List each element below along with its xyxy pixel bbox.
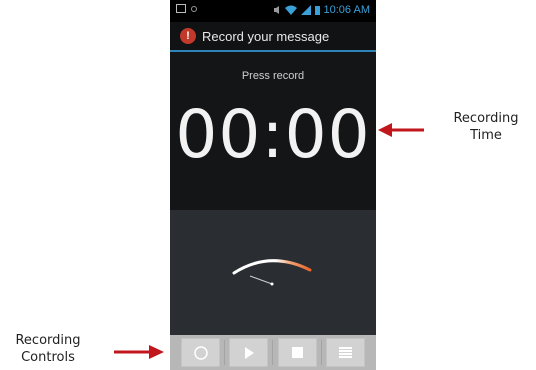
recording-time: 00:00 bbox=[175, 96, 371, 173]
annotation-recording-controls: Recording Controls bbox=[15, 333, 81, 365]
stop-icon bbox=[291, 347, 303, 358]
record-icon bbox=[193, 345, 208, 360]
vu-meter bbox=[232, 259, 312, 286]
image-notification-icon bbox=[176, 4, 186, 13]
stop-button[interactable] bbox=[277, 338, 317, 367]
sync-icon bbox=[191, 5, 197, 12]
list-button[interactable] bbox=[325, 338, 365, 367]
clock-time: 10:06 AM bbox=[323, 4, 370, 16]
recorder-status: Press record bbox=[241, 70, 305, 82]
recording-controls-bar bbox=[170, 335, 376, 370]
play-button[interactable] bbox=[229, 338, 269, 367]
vu-meter-needle bbox=[249, 275, 273, 285]
wifi-icon bbox=[284, 5, 297, 15]
app-title: Record your message bbox=[202, 28, 330, 44]
signal-icon bbox=[300, 5, 311, 15]
record-button[interactable] bbox=[181, 338, 220, 367]
play-icon bbox=[244, 346, 254, 359]
arrow-to-time bbox=[378, 123, 424, 137]
action-bar: ! Record your message bbox=[170, 22, 376, 52]
mute-icon bbox=[273, 6, 279, 14]
list-icon bbox=[338, 347, 352, 358]
status-bar: 10:06 AM bbox=[170, 0, 376, 22]
arrow-to-controls bbox=[114, 345, 164, 359]
phone-screen: 10:06 AM ! Record your message Press rec… bbox=[170, 0, 376, 370]
battery-icon bbox=[314, 6, 320, 15]
level-panel bbox=[170, 210, 376, 335]
vu-meter-arc bbox=[232, 259, 312, 275]
timer-panel: Press record 00:00 bbox=[170, 52, 376, 210]
alert-icon: ! bbox=[180, 28, 196, 44]
annotation-recording-time: Recording Time bbox=[453, 111, 519, 143]
